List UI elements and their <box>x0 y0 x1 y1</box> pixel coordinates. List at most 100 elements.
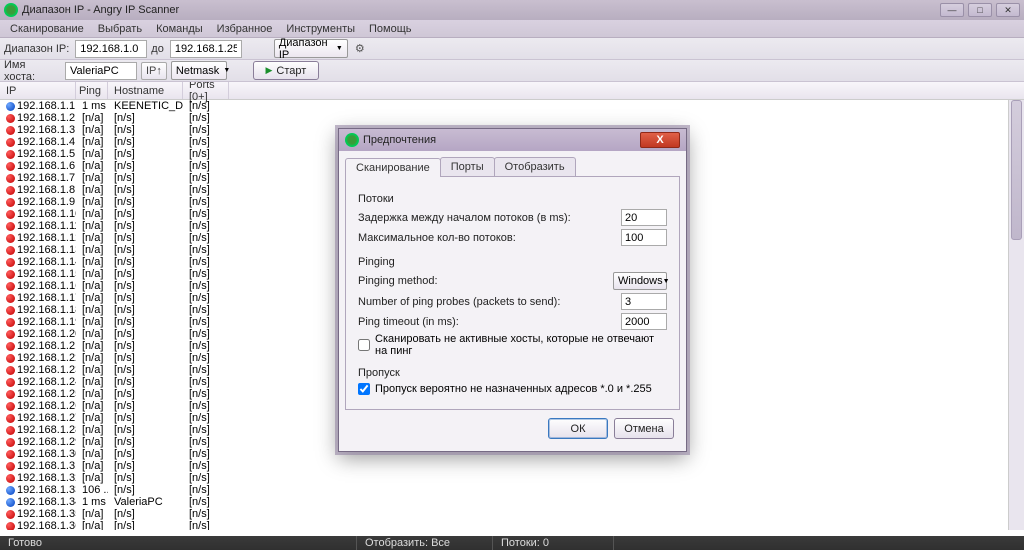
max-threads-label: Максимальное кол-во потоков: <box>358 232 615 244</box>
table-row[interactable]: 192.168.1.31[n/a][n/s][n/s] <box>0 460 1024 472</box>
scan-dead-checkbox-row[interactable]: Сканировать не активные хосты, которые н… <box>358 333 667 357</box>
cell-hostname: ValeriaPC <box>108 496 183 508</box>
table-row[interactable]: 192.168.1.341 msValeriaPC[n/s] <box>0 496 1024 508</box>
ip-to-input[interactable] <box>170 40 242 58</box>
cell-hostname: [n/s] <box>108 268 183 280</box>
status-threads: Потоки: 0 <box>493 537 613 549</box>
cell-ports: [n/s] <box>183 460 229 472</box>
cell-ip: 192.168.1.17 <box>17 292 76 304</box>
cell-ports: [n/s] <box>183 352 229 364</box>
cell-ip: 192.168.1.6 <box>17 160 75 172</box>
cell-hostname: [n/s] <box>108 184 183 196</box>
tab-scanning[interactable]: Сканирование <box>345 158 441 177</box>
cell-ip: 192.168.1.32 <box>17 472 76 484</box>
table-row[interactable]: 192.168.1.32[n/a][n/s][n/s] <box>0 472 1024 484</box>
minimize-button[interactable]: — <box>940 3 964 17</box>
cell-ping: [n/a] <box>76 424 108 436</box>
skip-broadcast-checkbox[interactable] <box>358 383 370 395</box>
ping-probes-label: Number of ping probes (packets to send): <box>358 296 615 308</box>
scrollbar-thumb[interactable] <box>1011 100 1022 240</box>
ping-method-label: Pinging method: <box>358 275 607 287</box>
cell-ping: [n/a] <box>76 280 108 292</box>
cell-ports: [n/s] <box>183 184 229 196</box>
table-row[interactable]: 192.168.1.11 msKEENETIC_DSL[n/s] <box>0 100 1024 112</box>
cell-ping: [n/a] <box>76 208 108 220</box>
cell-ip: 192.168.1.35 <box>17 508 76 520</box>
status-dot-icon <box>6 222 15 231</box>
ping-method-combo[interactable]: Windows▼ <box>613 272 667 290</box>
cell-hostname: [n/s] <box>108 160 183 172</box>
cell-hostname: [n/s] <box>108 412 183 424</box>
cell-ip: 192.168.1.12 <box>17 232 76 244</box>
cell-ports: [n/s] <box>183 448 229 460</box>
cell-ip: 192.168.1.30 <box>17 448 76 460</box>
ping-probes-input[interactable] <box>621 293 667 310</box>
ping-timeout-input[interactable] <box>621 313 667 330</box>
cancel-button[interactable]: Отмена <box>614 418 674 439</box>
menu-help[interactable]: Помощь <box>363 21 418 37</box>
scan-dead-checkbox[interactable] <box>358 339 370 351</box>
table-row[interactable]: 192.168.1.2[n/a][n/s][n/s] <box>0 112 1024 124</box>
cell-ping: [n/a] <box>76 292 108 304</box>
menu-favorites[interactable]: Избранное <box>211 21 279 37</box>
cell-ports: [n/s] <box>183 436 229 448</box>
status-dot-icon <box>6 198 15 207</box>
delay-input[interactable] <box>621 209 667 226</box>
start-button[interactable]: Старт <box>253 61 319 80</box>
status-dot-icon <box>6 474 15 483</box>
gear-icon[interactable]: ⚙ <box>352 41 368 57</box>
netmask-combo[interactable]: Netmask▼ <box>171 61 227 80</box>
cell-ip: 192.168.1.31 <box>17 460 76 472</box>
maximize-button[interactable]: □ <box>968 3 992 17</box>
status-dot-icon <box>6 114 15 123</box>
cell-hostname: [n/s] <box>108 436 183 448</box>
menu-select[interactable]: Выбрать <box>92 21 148 37</box>
table-row[interactable]: 192.168.1.33106 ...[n/s][n/s] <box>0 484 1024 496</box>
col-hostname[interactable]: Hostname <box>108 82 183 99</box>
cell-ping: [n/a] <box>76 304 108 316</box>
col-ip[interactable]: IP <box>0 82 76 99</box>
ip-up-button[interactable]: IP↑ <box>141 62 167 80</box>
dialog-close-button[interactable]: X <box>640 132 680 148</box>
status-dot-icon <box>6 306 15 315</box>
app-icon <box>4 3 18 17</box>
menu-commands[interactable]: Команды <box>150 21 209 37</box>
hostname-label: Имя хоста: <box>4 59 59 83</box>
tab-display[interactable]: Отобразить <box>494 157 576 176</box>
cell-ports: [n/s] <box>183 412 229 424</box>
group-pinging: Pinging <box>358 256 667 268</box>
tab-ports[interactable]: Порты <box>440 157 495 176</box>
status-display: Отобразить: Все <box>357 537 492 549</box>
cell-hostname: [n/s] <box>108 220 183 232</box>
status-dot-icon <box>6 366 15 375</box>
menu-tools[interactable]: Инструменты <box>280 21 361 37</box>
status-dot-icon <box>6 282 15 291</box>
table-header: IP Ping Hostname Ports [0+] <box>0 82 1024 100</box>
cell-hostname: [n/s] <box>108 460 183 472</box>
col-ping[interactable]: Ping <box>76 82 108 99</box>
dialog-titlebar[interactable]: Предпочтения X <box>339 129 686 151</box>
cell-hostname: [n/s] <box>108 196 183 208</box>
ip-from-input[interactable] <box>75 40 147 58</box>
vertical-scrollbar[interactable] <box>1008 100 1024 530</box>
cell-ping: [n/a] <box>76 472 108 484</box>
max-threads-input[interactable] <box>621 229 667 246</box>
cell-ports: [n/s] <box>183 376 229 388</box>
menu-scan[interactable]: Сканирование <box>4 21 90 37</box>
cell-ip: 192.168.1.4 <box>17 136 75 148</box>
table-row[interactable]: 192.168.1.35[n/a][n/s][n/s] <box>0 508 1024 520</box>
cell-ports: [n/s] <box>183 364 229 376</box>
skip-broadcast-checkbox-row[interactable]: Пропуск вероятно не назначенных адресов … <box>358 383 667 395</box>
col-ports[interactable]: Ports [0+] <box>183 82 229 99</box>
menu-bar: Сканирование Выбрать Команды Избранное И… <box>0 20 1024 38</box>
hostname-input[interactable] <box>65 62 137 80</box>
cell-ip: 192.168.1.2 <box>17 112 75 124</box>
close-button[interactable]: ✕ <box>996 3 1020 17</box>
feeder-combo[interactable]: Диапазон IP▼ <box>274 39 348 58</box>
status-dot-icon <box>6 414 15 423</box>
cell-ping: [n/a] <box>76 256 108 268</box>
table-row[interactable]: 192.168.1.36[n/a][n/s][n/s] <box>0 520 1024 530</box>
cell-ping: [n/a] <box>76 448 108 460</box>
cell-ping: [n/a] <box>76 316 108 328</box>
ok-button[interactable]: ОК <box>548 418 608 439</box>
